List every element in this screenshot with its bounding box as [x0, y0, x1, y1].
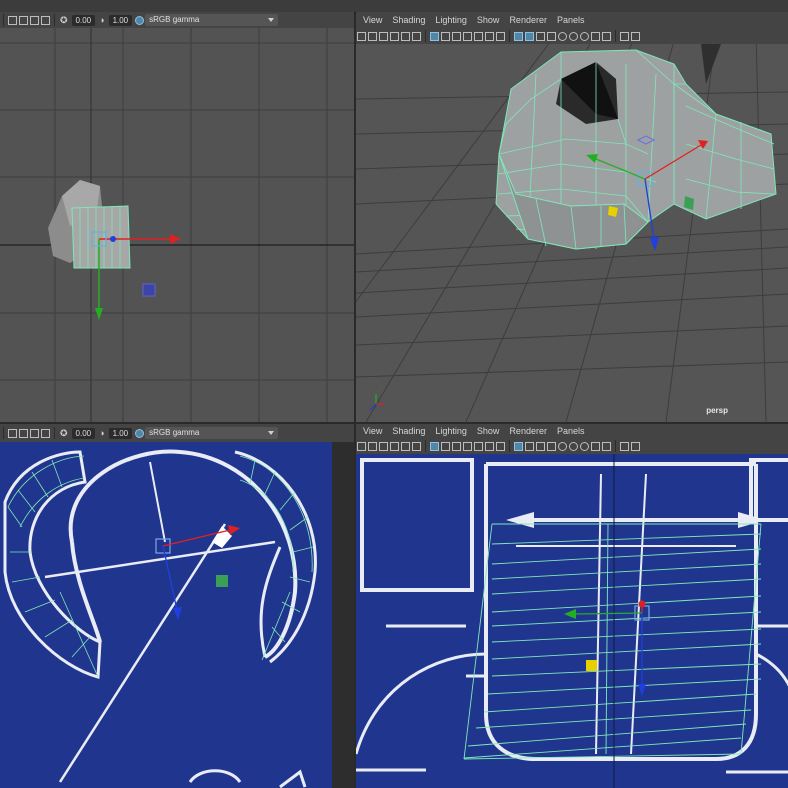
- menu-view[interactable]: View: [363, 15, 382, 25]
- exposure-icon[interactable]: ✪: [60, 428, 68, 439]
- viewport-panel-bottom-right[interactable]: View Shading Lighting Show Renderer Pane…: [356, 424, 788, 788]
- menu-show[interactable]: Show: [477, 426, 500, 436]
- color-space-dropdown[interactable]: sRGB gamma: [145, 427, 279, 439]
- menu-panels[interactable]: Panels: [557, 426, 585, 436]
- viewport-canvas[interactable]: [356, 454, 788, 788]
- film-gate-icon[interactable]: [30, 15, 39, 25]
- panel-menu-bar: View Shading Lighting Show Renderer Pane…: [356, 424, 788, 438]
- safe-action-icon[interactable]: [485, 441, 494, 451]
- grid-toggle-icon[interactable]: [8, 428, 17, 438]
- color-management-icon[interactable]: [135, 428, 145, 438]
- panel-toolbar: [356, 438, 788, 455]
- panel-layout-icon[interactable]: [620, 31, 629, 41]
- film-gate-icon[interactable]: [441, 31, 450, 41]
- viewport-panel-bottom-left[interactable]: ✪ 0.00 ◑ 1.00 sRGB gamma: [0, 424, 354, 788]
- gate-mask-icon[interactable]: [463, 31, 472, 41]
- exposure-field[interactable]: 0.00: [71, 14, 96, 26]
- camera-attributes-icon[interactable]: [19, 428, 28, 438]
- exposure-field[interactable]: 0.00: [71, 427, 96, 439]
- resolution-gate-icon[interactable]: [452, 441, 461, 451]
- viewport-canvas[interactable]: [356, 44, 788, 422]
- gate-mask-icon[interactable]: [463, 441, 472, 451]
- field-chart-icon[interactable]: [474, 31, 483, 41]
- menu-shading[interactable]: Shading: [392, 15, 425, 25]
- color-management-icon[interactable]: [135, 15, 145, 25]
- gamma-icon[interactable]: ◑: [99, 428, 104, 438]
- gamma-field[interactable]: 1.00: [108, 427, 133, 439]
- image-plane-icon[interactable]: [390, 31, 399, 41]
- film-gate-icon[interactable]: [30, 428, 39, 438]
- smooth-shade-icon[interactable]: [525, 31, 534, 41]
- select-camera-icon[interactable]: [357, 441, 366, 451]
- viewport-panel-perspective[interactable]: View Shading Lighting Show Renderer Pane…: [356, 12, 788, 422]
- xray-icon[interactable]: [602, 31, 611, 41]
- select-camera-icon[interactable]: [357, 31, 366, 41]
- viewport-canvas[interactable]: [0, 442, 354, 788]
- shadows-icon[interactable]: [569, 441, 578, 451]
- menu-lighting[interactable]: Lighting: [435, 426, 467, 436]
- grease-pencil-icon[interactable]: [412, 441, 421, 451]
- panel-maximize-icon[interactable]: [631, 31, 640, 41]
- safe-title-icon[interactable]: [496, 31, 505, 41]
- panel-toolbar: [356, 28, 788, 45]
- bookmark-icon[interactable]: [379, 31, 388, 41]
- resolution-gate-icon[interactable]: [41, 15, 50, 25]
- menu-lighting[interactable]: Lighting: [435, 15, 467, 25]
- image-plane-icon[interactable]: [390, 441, 399, 451]
- 2d-pan-zoom-icon[interactable]: [401, 31, 410, 41]
- grid-toggle-icon[interactable]: [430, 441, 439, 451]
- shadows-icon[interactable]: [569, 31, 578, 41]
- menu-renderer[interactable]: Renderer: [509, 426, 547, 436]
- panel-maximize-icon[interactable]: [631, 441, 640, 451]
- viewport-panel-top-left[interactable]: ✪ 0.00 ◑ 1.00 sRGB gamma: [0, 12, 354, 422]
- wireframe-on-shaded-icon[interactable]: [536, 441, 545, 451]
- wireframe-icon[interactable]: [514, 31, 523, 41]
- camera-attributes-icon[interactable]: [368, 441, 377, 451]
- safe-action-icon[interactable]: [485, 31, 494, 41]
- film-gate-icon[interactable]: [441, 441, 450, 451]
- gamma-icon[interactable]: ◑: [99, 15, 104, 25]
- grease-pencil-icon[interactable]: [412, 31, 421, 41]
- bookmark-icon[interactable]: [379, 441, 388, 451]
- camera-attributes-icon[interactable]: [368, 31, 377, 41]
- safe-title-icon[interactable]: [496, 441, 505, 451]
- exposure-icon[interactable]: ✪: [60, 15, 68, 26]
- camera-attributes-icon[interactable]: [19, 15, 28, 25]
- panel-toolbar: ✪ 0.00 ◑ 1.00 sRGB gamma: [0, 12, 354, 29]
- grid-toggle-icon[interactable]: [430, 31, 439, 41]
- 2d-pan-zoom-icon[interactable]: [401, 441, 410, 451]
- color-space-dropdown[interactable]: sRGB gamma: [145, 14, 279, 26]
- menu-shading[interactable]: Shading: [392, 426, 425, 436]
- grid-toggle-icon[interactable]: [8, 15, 17, 25]
- isolate-select-icon[interactable]: [591, 31, 600, 41]
- textured-icon[interactable]: [547, 441, 556, 451]
- field-chart-icon[interactable]: [474, 441, 483, 451]
- resolution-gate-icon[interactable]: [452, 31, 461, 41]
- camera-name-label: persp: [706, 406, 728, 415]
- wireframe-on-shaded-icon[interactable]: [536, 31, 545, 41]
- resolution-gate-icon[interactable]: [41, 428, 50, 438]
- menu-view[interactable]: View: [363, 426, 382, 436]
- lights-icon[interactable]: [558, 31, 567, 41]
- panel-menu-bar: View Shading Lighting Show Renderer Pane…: [356, 12, 788, 28]
- panel-layout-icon[interactable]: [620, 441, 629, 451]
- smooth-shade-icon[interactable]: [525, 441, 534, 451]
- panel-toolbar: ✪ 0.00 ◑ 1.00 sRGB gamma: [0, 424, 354, 443]
- menu-renderer[interactable]: Renderer: [509, 15, 547, 25]
- viewport-canvas[interactable]: [0, 28, 354, 422]
- ambient-occlusion-icon[interactable]: [580, 441, 589, 451]
- gamma-field[interactable]: 1.00: [108, 14, 133, 26]
- textured-icon[interactable]: [547, 31, 556, 41]
- menu-show[interactable]: Show: [477, 15, 500, 25]
- xray-icon[interactable]: [602, 441, 611, 451]
- ambient-occlusion-icon[interactable]: [580, 31, 589, 41]
- menu-panels[interactable]: Panels: [557, 15, 585, 25]
- lights-icon[interactable]: [558, 441, 567, 451]
- wireframe-icon[interactable]: [514, 441, 523, 451]
- isolate-select-icon[interactable]: [591, 441, 600, 451]
